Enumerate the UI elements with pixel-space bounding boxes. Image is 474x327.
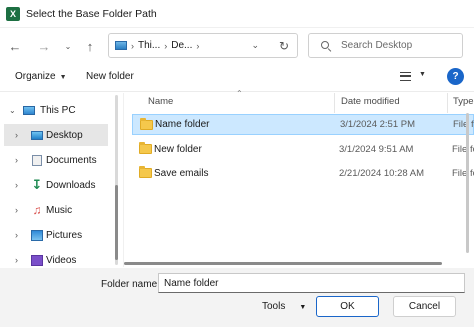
address-dropdown-icon[interactable]: ⌄ bbox=[251, 40, 259, 51]
caret-down-icon[interactable]: ▼ bbox=[419, 71, 426, 78]
folder-name-input[interactable] bbox=[158, 273, 465, 293]
caret-down-icon: ▼ bbox=[299, 304, 307, 311]
view-options-icon[interactable] bbox=[400, 72, 411, 81]
address-bar[interactable]: › Thi... › De... › ⌄ ↻ bbox=[108, 33, 298, 58]
chevron-right-icon[interactable]: › bbox=[15, 205, 18, 215]
column-header-name[interactable]: Name bbox=[148, 96, 173, 107]
ok-button[interactable]: OK bbox=[316, 296, 379, 317]
file-type: File fo bbox=[452, 144, 474, 155]
tools-dropdown[interactable]: Tools ▼ bbox=[262, 301, 306, 312]
arrow-right-icon: → bbox=[37, 38, 51, 54]
arrow-left-icon: ← bbox=[8, 38, 22, 54]
dialog-footer: Folder name: Tools ▼ OK Cancel bbox=[0, 268, 474, 327]
chevron-right-icon[interactable]: › bbox=[15, 180, 18, 190]
videos-icon bbox=[31, 254, 43, 266]
navigation-bar: ← → ⌄ ↑ › Thi... › De... › ⌄ ↻ Search De… bbox=[0, 28, 474, 62]
window-title: Select the Base Folder Path bbox=[26, 7, 157, 20]
folder-icon bbox=[139, 166, 152, 178]
breadcrumb-desktop[interactable]: De... bbox=[171, 40, 192, 51]
chevron-right-icon[interactable]: › bbox=[15, 230, 18, 240]
file-type: File fo bbox=[452, 168, 474, 179]
tree-label: Videos bbox=[46, 254, 77, 266]
file-name: Name folder bbox=[155, 119, 210, 130]
file-date-modified: 3/1/2024 9:51 AM bbox=[339, 144, 414, 155]
tree-label: Pictures bbox=[46, 229, 83, 241]
horizontal-scrollbar-thumb[interactable] bbox=[124, 262, 442, 265]
breadcrumb-separator-icon: › bbox=[131, 40, 134, 51]
music-icon: ♫ bbox=[32, 203, 42, 217]
downloads-icon: ↧ bbox=[31, 177, 43, 192]
tree-item-desktop[interactable]: › Desktop bbox=[4, 124, 108, 146]
pictures-icon bbox=[31, 229, 43, 241]
chevron-down-icon: ⌄ bbox=[64, 41, 72, 51]
tree-label: Music bbox=[46, 204, 73, 216]
tree-item-music[interactable]: › ♫ Music bbox=[0, 199, 110, 221]
sort-ascending-icon: ⌃ bbox=[236, 89, 243, 98]
tree-label: This PC bbox=[40, 104, 76, 116]
caret-down-icon: ▼ bbox=[59, 74, 67, 81]
chevron-right-icon[interactable]: › bbox=[15, 130, 18, 140]
tree-item-this-pc[interactable]: ⌄ This PC bbox=[0, 99, 110, 121]
desktop-icon bbox=[31, 130, 43, 140]
tools-label: Tools bbox=[262, 301, 286, 312]
file-list-horizontal-scrollbar[interactable] bbox=[124, 262, 474, 266]
table-row[interactable]: New folder 3/1/2024 9:51 AM File fo bbox=[132, 139, 474, 160]
tree-item-downloads[interactable]: › ↧ Downloads bbox=[0, 174, 110, 196]
arrow-up-icon: ↑ bbox=[86, 38, 94, 54]
folder-name-label: Folder name: bbox=[101, 279, 160, 290]
breadcrumb-separator-icon: › bbox=[164, 40, 168, 51]
table-row[interactable]: Save emails 2/21/2024 10:28 AM File fo bbox=[132, 163, 474, 184]
excel-app-icon: X bbox=[6, 6, 20, 21]
recent-locations-button[interactable]: ⌄ bbox=[59, 37, 77, 55]
up-button[interactable]: ↑ bbox=[81, 37, 99, 55]
back-button[interactable]: ← bbox=[6, 37, 24, 55]
desktop-location-icon bbox=[115, 41, 127, 50]
file-name: New folder bbox=[154, 144, 202, 155]
chevron-right-icon[interactable]: › bbox=[15, 255, 18, 265]
tree-item-videos[interactable]: › Videos bbox=[0, 249, 110, 267]
organize-label: Organize bbox=[15, 71, 56, 82]
command-bar: Organize ▼ New folder ▼ ? bbox=[0, 62, 474, 92]
file-type: File fo bbox=[453, 119, 474, 130]
search-box[interactable]: Search Desktop bbox=[308, 33, 463, 58]
cancel-button[interactable]: Cancel bbox=[393, 296, 456, 317]
folder-icon bbox=[139, 142, 152, 154]
file-list-header: ⌃ Name Date modified Type bbox=[124, 89, 474, 113]
navigation-pane: ⌄ This PC › Desktop › Documents › ↧ Down… bbox=[0, 93, 120, 267]
pane-divider[interactable] bbox=[123, 93, 124, 267]
column-header-type[interactable]: Type bbox=[453, 96, 474, 107]
chevron-right-icon[interactable]: › bbox=[15, 155, 18, 165]
column-header-date-modified[interactable]: Date modified bbox=[341, 96, 400, 107]
title-bar: X Select the Base Folder Path bbox=[0, 0, 474, 28]
search-placeholder: Search Desktop bbox=[341, 40, 413, 51]
breadcrumb-separator-icon: › bbox=[196, 40, 200, 51]
forward-button[interactable]: → bbox=[35, 37, 53, 55]
organize-button[interactable]: Organize ▼ bbox=[15, 71, 67, 82]
tree-label: Documents bbox=[46, 154, 97, 166]
tree-item-documents[interactable]: › Documents bbox=[0, 149, 110, 171]
table-row[interactable]: Name folder 3/1/2024 2:51 PM File fo bbox=[132, 114, 474, 135]
computer-icon bbox=[23, 105, 35, 115]
search-icon bbox=[321, 40, 331, 51]
file-date-modified: 2/21/2024 10:28 AM bbox=[339, 168, 425, 179]
help-icon[interactable]: ? bbox=[447, 68, 464, 85]
documents-icon bbox=[32, 154, 42, 166]
folder-icon bbox=[140, 118, 153, 130]
breadcrumb-this-pc[interactable]: Thi... bbox=[138, 40, 160, 51]
navigation-scrollbar-thumb[interactable] bbox=[115, 185, 118, 260]
file-date-modified: 3/1/2024 2:51 PM bbox=[340, 119, 415, 130]
column-separator[interactable] bbox=[447, 93, 448, 113]
new-folder-button[interactable]: New folder bbox=[86, 71, 134, 82]
chevron-down-icon[interactable]: ⌄ bbox=[9, 106, 16, 115]
tree-item-pictures[interactable]: › Pictures bbox=[0, 224, 110, 246]
refresh-icon[interactable]: ↻ bbox=[279, 39, 289, 53]
tree-label: Downloads bbox=[46, 179, 96, 191]
file-list-vertical-scrollbar[interactable] bbox=[466, 113, 469, 253]
file-name: Save emails bbox=[154, 168, 209, 179]
column-separator[interactable] bbox=[334, 93, 335, 113]
tree-label: Desktop bbox=[46, 129, 83, 141]
